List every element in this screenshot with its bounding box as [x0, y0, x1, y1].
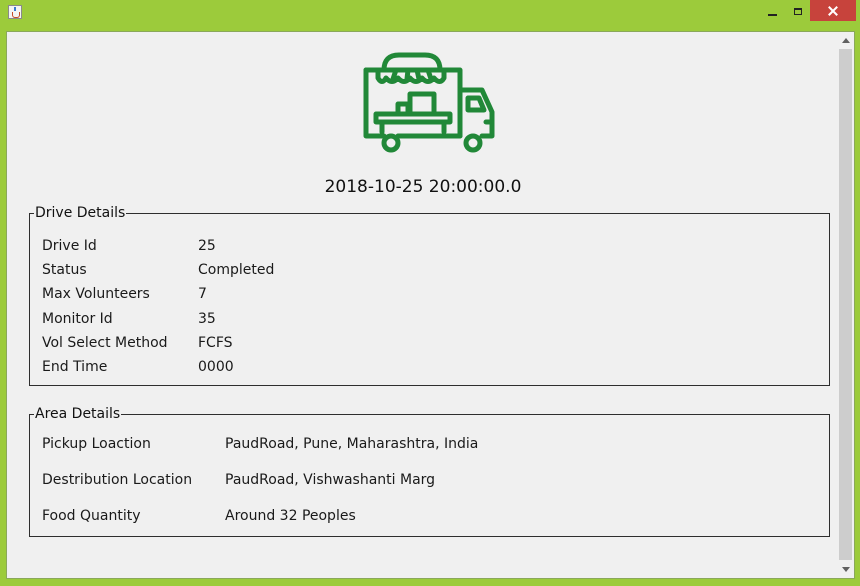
- maximize-button[interactable]: [783, 0, 813, 22]
- distribution-location-label: Destribution Location: [42, 472, 193, 488]
- close-button[interactable]: [810, 0, 856, 21]
- food-truck-icon: [363, 52, 495, 153]
- end-time-value: 0000: [198, 359, 234, 375]
- scroll-up-button[interactable]: [837, 32, 854, 49]
- minimize-icon: [767, 14, 777, 16]
- drive-details-title: Drive Details: [34, 205, 127, 221]
- close-icon: [828, 6, 838, 16]
- title-bar[interactable]: [0, 0, 860, 24]
- food-quantity-label: Food Quantity: [42, 508, 141, 524]
- vertical-scrollbar[interactable]: [837, 32, 854, 578]
- distribution-location-value: PaudRoad, Vishwashanti Marg: [225, 472, 436, 488]
- scroll-down-button[interactable]: [837, 561, 854, 578]
- chevron-up-icon: [841, 38, 850, 43]
- chevron-down-icon: [841, 567, 850, 572]
- food-quantity-value: Around 32 Peoples: [225, 508, 356, 524]
- java-cup-icon[interactable]: [8, 5, 22, 19]
- drive-id-label: Drive Id: [42, 238, 97, 254]
- drive-details-panel: Drive Details Drive Id 25 Status Complet…: [29, 205, 830, 386]
- monitor-id-value: 35: [198, 311, 216, 327]
- vol-select-method-value: FCFS: [198, 335, 233, 351]
- maximize-icon: [794, 7, 802, 15]
- area-details-panel: Area Details Pickup Loaction PaudRoad, P…: [29, 406, 830, 537]
- area-details-title: Area Details: [34, 406, 122, 422]
- max-volunteers-label: Max Volunteers: [42, 286, 150, 302]
- monitor-id-label: Monitor Id: [42, 311, 113, 327]
- status-value: Completed: [198, 262, 275, 278]
- drive-id-value: 25: [198, 238, 216, 254]
- scrollbar-thumb[interactable]: [839, 49, 852, 560]
- app-window: 2018-10-25 20:00:00.0 Drive Details Driv…: [0, 0, 860, 586]
- pickup-location-value: PaudRoad, Pune, Maharashtra, India: [225, 436, 479, 452]
- status-label: Status: [42, 262, 87, 278]
- pickup-location-label: Pickup Loaction: [42, 436, 151, 452]
- drive-datetime: 2018-10-25 20:00:00.0: [324, 177, 522, 197]
- vol-select-method-label: Vol Select Method: [42, 335, 168, 351]
- content-panel: 2018-10-25 20:00:00.0 Drive Details Driv…: [6, 31, 855, 579]
- end-time-label: End Time: [42, 359, 108, 375]
- max-volunteers-value: 7: [198, 286, 207, 302]
